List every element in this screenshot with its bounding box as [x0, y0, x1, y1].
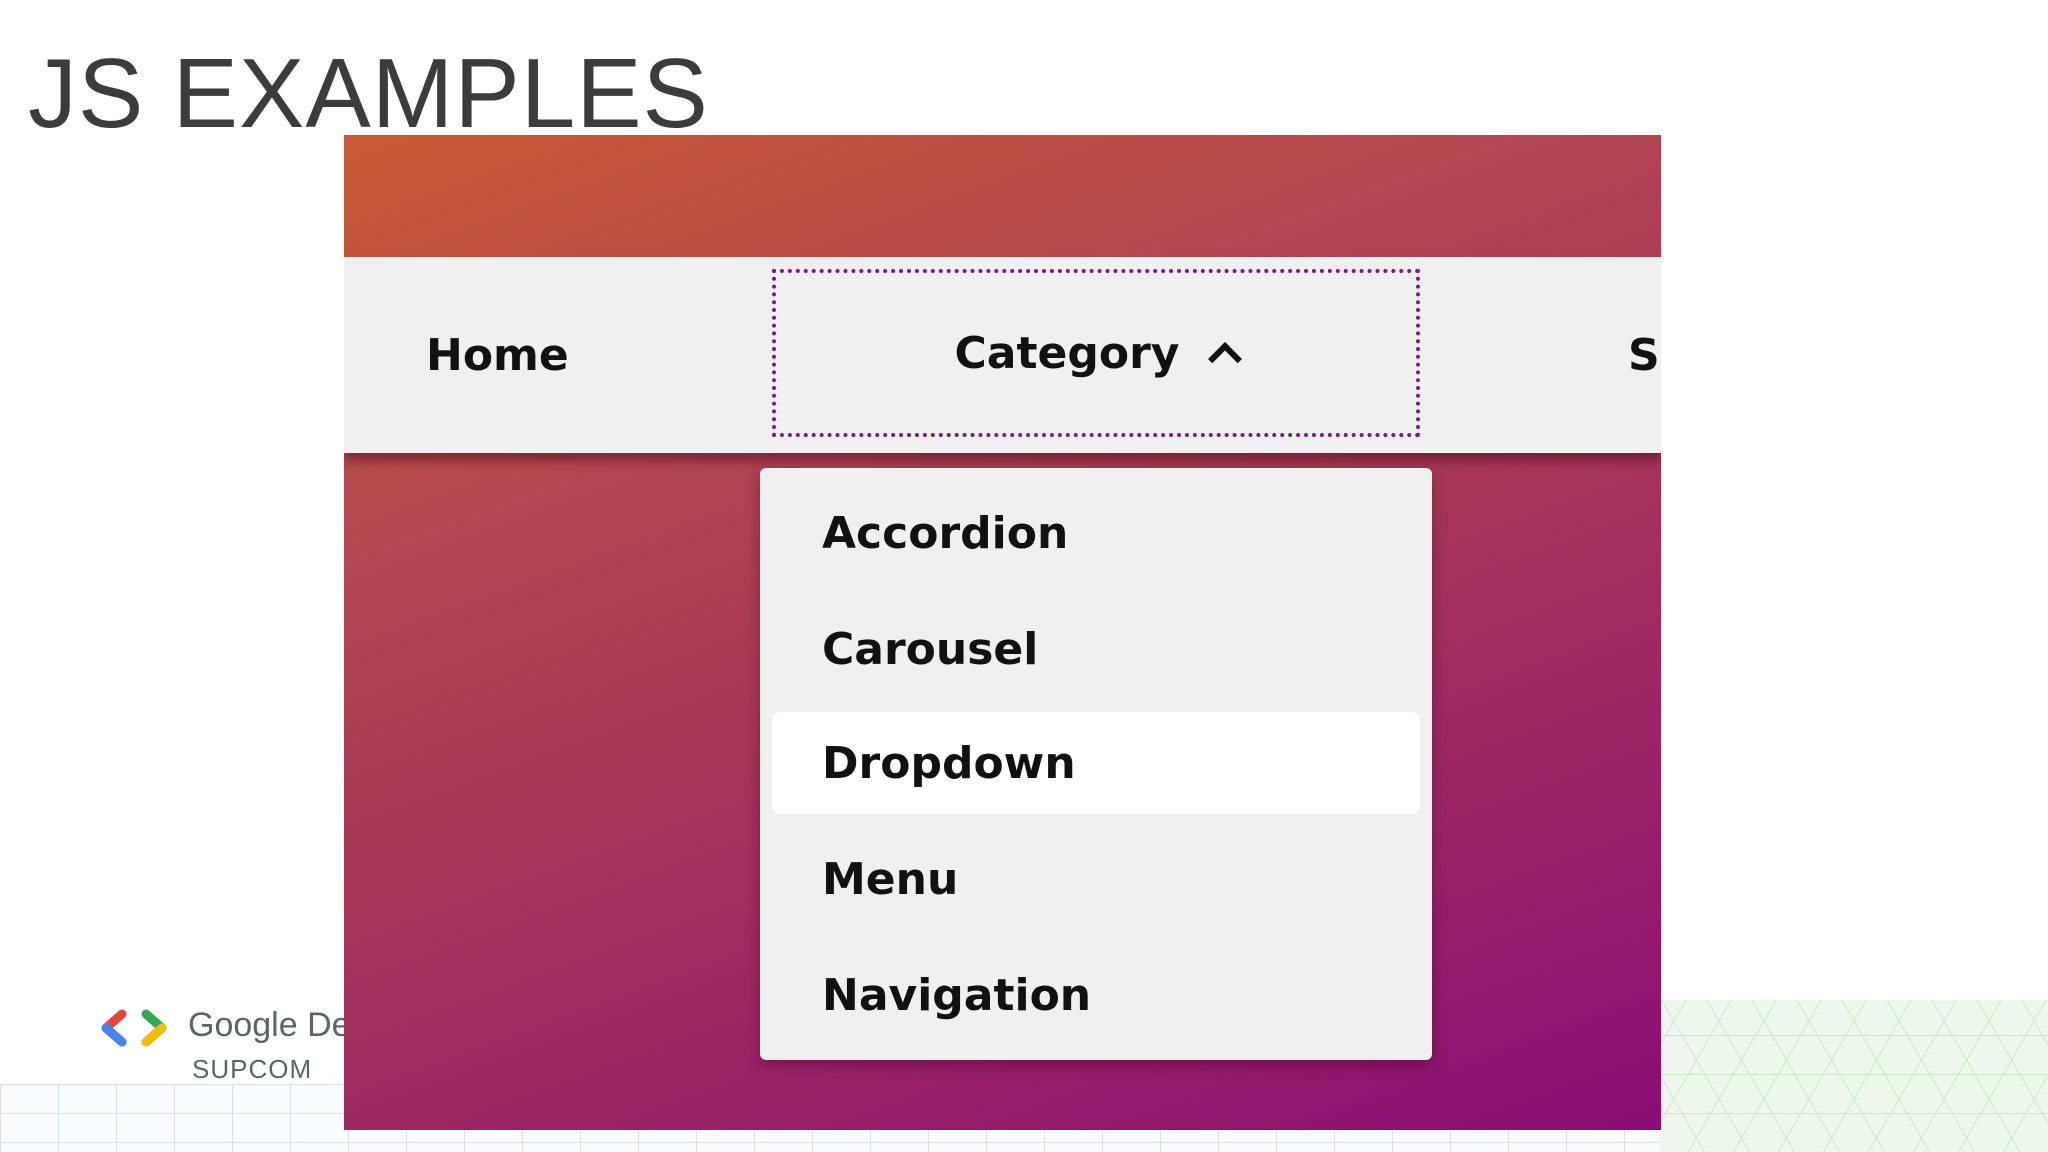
nav-item-services-label: Se	[1628, 329, 1661, 381]
navbar: Home Category Se	[344, 257, 1661, 453]
nav-item-home[interactable]: Home	[426, 257, 569, 453]
dropdown-item-label: Menu	[822, 853, 959, 905]
brand-name: Google De	[188, 1006, 351, 1044]
dropdown-item-menu[interactable]: Menu	[772, 828, 1420, 930]
dropdown-item-dropdown[interactable]: Dropdown	[772, 712, 1420, 814]
dropdown-item-accordion[interactable]: Accordion	[772, 482, 1420, 584]
category-dropdown-menu: Accordion Carousel Dropdown Menu Navigat…	[760, 468, 1432, 1060]
chevron-up-icon	[1208, 342, 1243, 376]
dropdown-item-carousel[interactable]: Carousel	[772, 598, 1420, 700]
brand-subtitle: SUPCOM	[192, 1054, 313, 1084]
nav-item-services[interactable]: Se	[1628, 257, 1661, 453]
nav-item-category-label: Category	[954, 327, 1180, 379]
dropdown-item-label: Accordion	[822, 507, 1069, 559]
google-developers-chevrons-icon	[101, 1009, 167, 1047]
dropdown-demo-screenshot: Home Category Se Accordion Carousel Drop…	[344, 135, 1661, 1130]
background-triangle-pattern	[1660, 1000, 2048, 1152]
dropdown-item-label: Dropdown	[822, 737, 1076, 789]
dropdown-item-label: Carousel	[822, 623, 1039, 675]
dropdown-item-label: Navigation	[822, 969, 1092, 1021]
brand-footer: Google De SUPCOM	[100, 1000, 351, 1090]
dropdown-item-navigation[interactable]: Navigation	[772, 944, 1420, 1046]
nav-item-category[interactable]: Category	[772, 269, 1420, 437]
nav-item-home-label: Home	[426, 329, 569, 381]
